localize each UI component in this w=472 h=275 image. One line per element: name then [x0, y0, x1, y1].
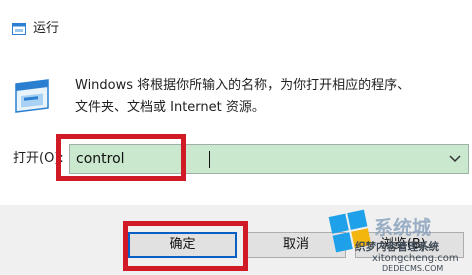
- browse-button[interactable]: 浏览(B)...: [355, 232, 464, 258]
- open-input[interactable]: [76, 145, 436, 173]
- description-line-1: Windows 将根据你所输入的名称，为你打开相应的程序、: [75, 78, 411, 93]
- ok-button[interactable]: 确定: [128, 232, 237, 258]
- run-icon: [12, 23, 26, 35]
- cancel-button[interactable]: 取消: [246, 232, 346, 258]
- open-combobox[interactable]: [69, 144, 469, 174]
- dialog-description: Windows 将根据你所输入的名称，为你打开相应的程序、 文件夹、文档或 In…: [75, 75, 465, 119]
- description-line-2: 文件夹、文档或 Internet 资源。: [75, 100, 265, 115]
- chevron-down-icon[interactable]: [449, 154, 461, 164]
- window-title: 运行: [33, 21, 60, 36]
- text-caret: [209, 151, 210, 168]
- run-app-icon: [15, 79, 49, 113]
- title-bar: 运行: [0, 0, 472, 60]
- open-label: 打开(O):: [13, 151, 64, 166]
